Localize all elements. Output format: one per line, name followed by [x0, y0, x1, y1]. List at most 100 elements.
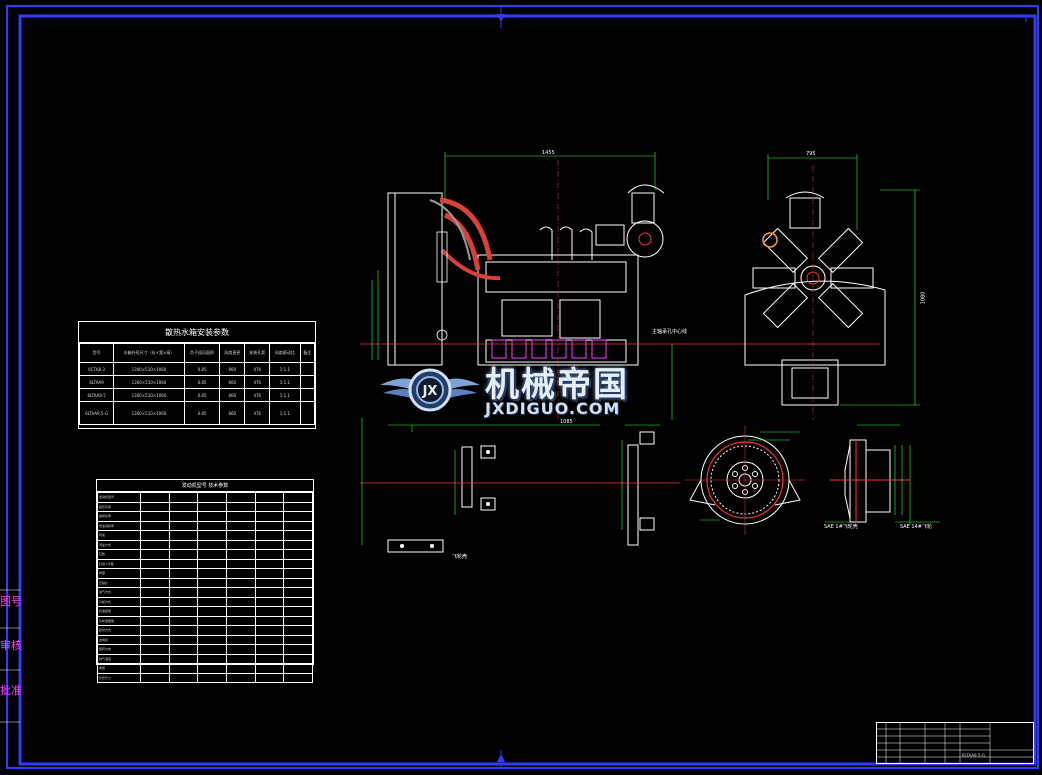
table-cell: 6CTA8.3	[78, 362, 115, 376]
table-header: 备注	[299, 343, 315, 363]
spec-label: 起动方式	[97, 625, 141, 636]
table-row: 压缩比	[97, 577, 313, 588]
table-cell	[283, 644, 313, 655]
engine-spec-table: 发动机型号 技术参数 发动机型号 额定功率 备用功率 燃油消耗率 转速 调速方式 缸数 缸径×…	[96, 479, 314, 683]
table-cell	[225, 625, 256, 636]
table-cell	[254, 606, 285, 617]
table-cell	[283, 520, 313, 531]
table-row: 缸数	[97, 549, 313, 560]
table-row: 旋转方向	[97, 644, 313, 655]
table-cell	[140, 663, 170, 674]
table-cell	[197, 539, 227, 550]
coolant-pipes	[429, 197, 501, 281]
engine-front-view	[744, 191, 886, 406]
dim-height: 1080	[920, 291, 927, 305]
spec-label: 机油容量	[97, 606, 141, 617]
table-cell	[299, 375, 315, 389]
table-cell	[254, 587, 285, 598]
table-cell	[168, 539, 199, 550]
table-cell	[197, 672, 227, 683]
table-row: 备用功率	[97, 511, 313, 522]
table-header: 风扇直径	[219, 343, 246, 363]
table-cell	[197, 663, 227, 674]
dim-side-length: 1455	[542, 150, 555, 156]
table-cell	[168, 530, 199, 541]
table-cell: 660	[219, 401, 246, 425]
table-cell: 1:1.1	[269, 362, 301, 376]
sae-right-note: SAE 14#飞轮	[900, 524, 932, 530]
table-cell	[197, 520, 227, 531]
table-cell	[225, 596, 256, 607]
table-cell	[140, 606, 170, 617]
table-cell: 660	[219, 362, 246, 376]
table-cell: 1300×510×1060	[113, 362, 185, 376]
table-cell	[140, 501, 170, 512]
table-cell	[168, 549, 199, 560]
table-cell	[283, 587, 313, 598]
table-cell: 1300×510×1060	[113, 401, 185, 425]
table-cell	[254, 549, 285, 560]
table-cell	[197, 511, 227, 522]
table-cell	[254, 492, 285, 503]
table-cell	[197, 596, 227, 607]
spec-label: 冷却方式	[97, 596, 141, 607]
table-cell: 476	[244, 388, 271, 402]
install-table-title: 散热水箱安装参数	[79, 322, 315, 343]
table-cell	[197, 558, 227, 569]
table-cell	[283, 672, 313, 683]
table-cell	[140, 549, 170, 560]
table-cell: 476	[244, 362, 271, 376]
table-header: 水箱外形尺寸（长×宽×高）	[113, 343, 185, 363]
table-cell	[254, 568, 285, 579]
table-cell	[225, 492, 256, 503]
table-cell	[168, 625, 199, 636]
table-cell	[283, 511, 313, 522]
table-cell	[140, 653, 170, 664]
table-cell	[197, 577, 227, 588]
table-cell	[225, 634, 256, 645]
table-cell	[283, 596, 313, 607]
table-header: 型号	[78, 343, 115, 363]
engine-side-view	[387, 184, 665, 366]
side-label-review: 审核	[0, 639, 22, 652]
table-cell	[283, 606, 313, 617]
table-cell: 0.85	[183, 388, 221, 402]
table-cell	[225, 606, 256, 617]
table-cell	[140, 672, 170, 683]
table-cell	[168, 520, 199, 531]
table-cell	[225, 615, 256, 626]
table-cell	[283, 501, 313, 512]
table-cell	[225, 663, 256, 674]
table-cell	[283, 653, 313, 664]
table-cell	[140, 568, 170, 579]
table-cell	[168, 634, 199, 645]
flywheel-side-view	[844, 439, 891, 523]
watermark-emblem-icon: JX	[380, 368, 480, 412]
spec-label: 额定功率	[97, 501, 141, 512]
spec-label: 冷却液容量	[97, 615, 141, 626]
table-cell	[140, 520, 170, 531]
spec-label: 排气温度	[97, 653, 141, 664]
table-row: 额定功率	[97, 501, 313, 512]
table-cell	[197, 606, 227, 617]
table-cell	[299, 362, 315, 376]
table-cell	[168, 653, 199, 664]
table-cell: 0.85	[183, 401, 221, 425]
table-row: 进气方式	[97, 587, 313, 598]
spec-label: 外形尺寸	[97, 672, 141, 683]
install-params-table: 散热水箱安装参数 型号 水箱外形尺寸（长×宽×高） 芯子迎风面积 风扇直径 安装…	[78, 321, 316, 429]
spec-table-grid: 发动机型号 额定功率 备用功率 燃油消耗率 转速 调速方式 缸数 缸径×行程 排量 压缩比 进气方式…	[97, 492, 313, 683]
table-cell	[225, 587, 256, 598]
table-cell: 1300×510×1060	[113, 375, 185, 389]
spec-label: 转速	[97, 530, 141, 541]
spec-label: 发电机	[97, 634, 141, 645]
install-table-grid: 型号 水箱外形尺寸（长×宽×高） 芯子迎风面积 风扇直径 安装孔距 风扇驱动比 …	[78, 343, 315, 425]
table-cell	[197, 549, 227, 560]
table-cell	[197, 568, 227, 579]
side-label-approve: 批准	[0, 684, 22, 697]
table-row: 6LTAA9.5 1300×510×1060 0.85 660 476 1:1.…	[78, 388, 315, 402]
table-cell	[254, 558, 285, 569]
table-cell	[283, 539, 313, 550]
table-cell	[225, 520, 256, 531]
table-cell: 6LTAA9.5	[78, 388, 115, 402]
